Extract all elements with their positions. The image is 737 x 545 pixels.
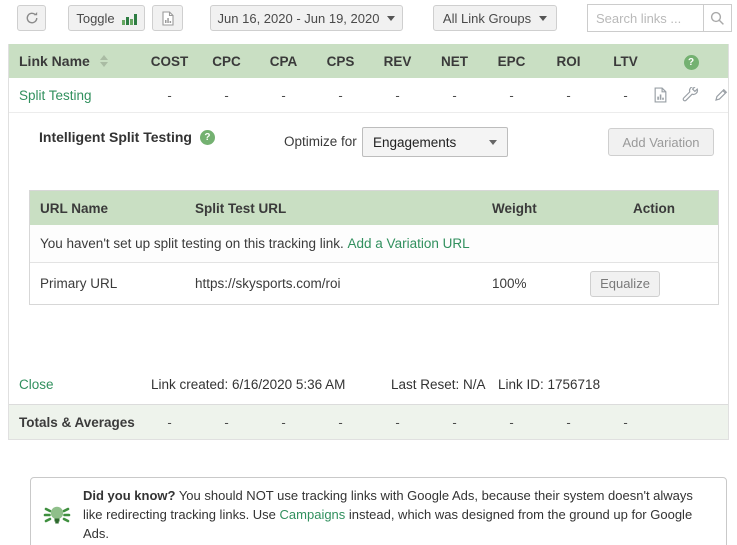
total-cost: - <box>167 414 172 430</box>
links-table-header: Link Name COST CPC CPA CPS REV NET EPC R… <box>9 44 728 78</box>
edit-pencil-icon[interactable] <box>714 87 729 103</box>
totals-label: Totals & Averages <box>19 414 135 430</box>
sort-icon[interactable] <box>99 55 108 67</box>
wrench-icon[interactable] <box>682 87 699 103</box>
table-row: Split Testing - - - - - - - - - <box>9 78 728 113</box>
weight-cell: 100% <box>492 276 527 291</box>
tip-bold: Did you know? <box>83 488 176 503</box>
total-epc: - <box>509 414 514 430</box>
search-bar <box>587 4 732 32</box>
stat-ltv: - <box>623 87 628 103</box>
link-groups-dropdown[interactable]: All Link Groups <box>433 5 557 31</box>
col-header-url-name: URL Name <box>40 200 109 216</box>
campaigns-link[interactable]: Campaigns <box>280 507 346 522</box>
refresh-icon <box>25 11 39 25</box>
stat-cpc: - <box>224 87 229 103</box>
stat-epc: - <box>509 87 514 103</box>
close-link[interactable]: Close <box>19 377 54 392</box>
stat-cost: - <box>167 87 172 103</box>
report-button[interactable] <box>152 5 183 31</box>
col-header-net: NET <box>441 53 468 69</box>
optimize-for-value: Engagements <box>373 134 457 150</box>
refresh-button[interactable] <box>17 5 46 31</box>
tip-text: Did you know? You should NOT use trackin… <box>83 486 714 543</box>
total-net: - <box>452 414 457 430</box>
link-name-header: Link Name <box>19 53 90 69</box>
col-header-epc: EPC <box>497 53 526 69</box>
optimize-for-dropdown[interactable]: Engagements <box>362 127 508 157</box>
panel-footer: Close Link created: 6/16/2020 5:36 AM La… <box>9 367 728 404</box>
search-button[interactable] <box>703 4 732 32</box>
did-you-know-tip: Did you know? You should NOT use trackin… <box>30 477 727 545</box>
total-ltv: - <box>623 414 628 430</box>
document-chart-icon <box>161 10 174 26</box>
toolbar: Toggle Jun 16, 2020 - Jun 19, 2020 All L… <box>0 0 737 44</box>
col-header-roi: ROI <box>556 53 581 69</box>
col-header-split-test-url: Split Test URL <box>195 200 287 216</box>
stat-cps: - <box>338 87 343 103</box>
url-name-cell: Primary URL <box>40 276 118 291</box>
split-test-table-header: URL Name Split Test URL Weight Action <box>30 191 718 225</box>
chevron-down-icon <box>387 15 396 21</box>
stats-report-icon[interactable] <box>654 87 667 103</box>
total-roi: - <box>566 414 571 430</box>
total-cpa: - <box>281 414 286 430</box>
link-id-text: Link ID: 1756718 <box>498 377 601 392</box>
col-header-cost: COST <box>150 53 189 69</box>
total-rev: - <box>395 414 400 430</box>
split-testing-help-icon[interactable]: ? <box>199 129 215 145</box>
add-variation-url-link[interactable]: Add a Variation URL <box>348 236 470 251</box>
toggle-button-label: Toggle <box>76 10 115 26</box>
stat-cpa: - <box>281 87 286 103</box>
link-created-text: Link created: 6/16/2020 5:36 AM <box>151 377 346 392</box>
search-icon <box>710 11 725 26</box>
date-range-value: Jun 16, 2020 - Jun 19, 2020 <box>217 10 380 26</box>
chevron-down-icon <box>539 15 548 21</box>
no-split-testing-notice: You haven't set up split testing on this… <box>30 225 718 263</box>
equalize-button[interactable]: Equalize <box>590 270 660 297</box>
stat-roi: - <box>566 87 571 103</box>
bar-chart-icon <box>121 12 137 25</box>
split-test-url-cell: https://skysports.com/roi <box>195 276 341 291</box>
totals-row: Totals & Averages - - - - - - - - - <box>9 404 728 439</box>
search-input[interactable] <box>587 4 703 32</box>
col-header-action: Action <box>633 200 675 216</box>
stat-rev: - <box>395 87 400 103</box>
stat-net: - <box>452 87 457 103</box>
col-header-weight: Weight <box>492 200 537 216</box>
panel-title: Intelligent Split Testing <box>39 129 192 145</box>
notice-text: You haven't set up split testing on this… <box>40 236 344 251</box>
link-groups-value: All Link Groups <box>442 10 532 26</box>
col-header-cps: CPS <box>326 53 355 69</box>
links-table: Link Name COST CPC CPA CPS REV NET EPC R… <box>8 44 729 440</box>
col-header-cpc: CPC <box>212 53 241 69</box>
lightbulb-icon <box>43 501 71 529</box>
table-row: Primary URL https://skysports.com/roi 10… <box>30 263 718 304</box>
toggle-button[interactable]: Toggle <box>68 5 145 31</box>
date-range-dropdown[interactable]: Jun 16, 2020 - Jun 19, 2020 <box>210 5 403 31</box>
col-header-ltv: LTV <box>613 53 638 69</box>
optimize-for-label: Optimize for <box>284 134 357 149</box>
col-header-rev: REV <box>383 53 412 69</box>
total-cps: - <box>338 414 343 430</box>
total-cpc: - <box>224 414 229 430</box>
columns-help-icon[interactable]: ? <box>683 54 699 70</box>
add-variation-button[interactable]: Add Variation <box>608 128 714 156</box>
split-test-table: URL Name Split Test URL Weight Action Yo… <box>29 190 719 305</box>
col-header-cpa: CPA <box>269 53 298 69</box>
link-name-link[interactable]: Split Testing <box>19 88 92 103</box>
split-testing-panel: Intelligent Split Testing ? Optimize for… <box>9 113 728 404</box>
chevron-down-icon <box>489 139 497 145</box>
last-reset-text: Last Reset: N/A <box>391 377 486 392</box>
